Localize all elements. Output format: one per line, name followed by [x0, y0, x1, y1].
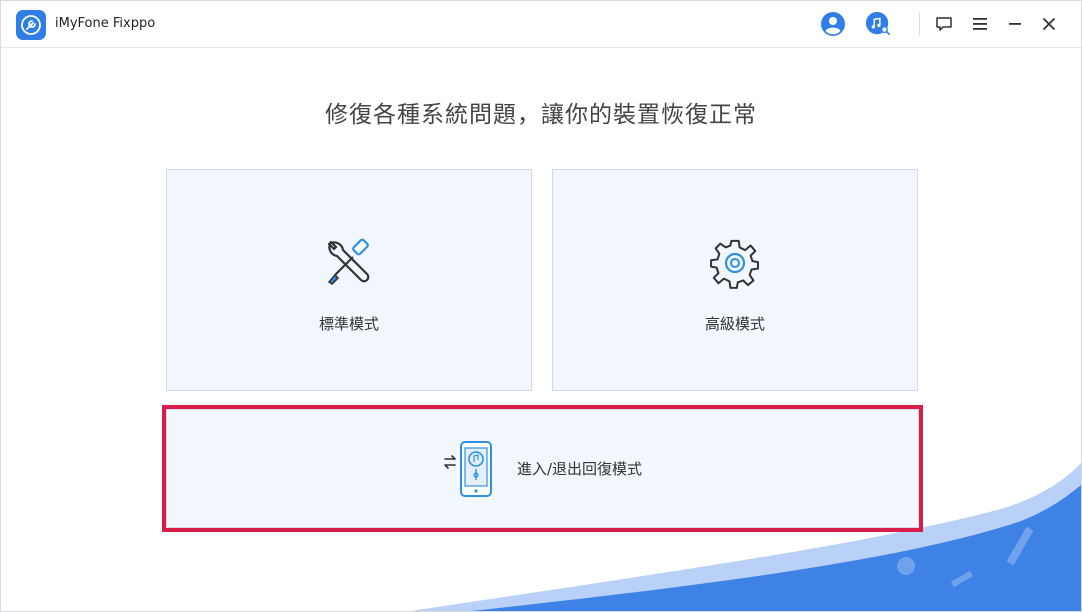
advanced-mode-label: 高級模式 — [704, 315, 765, 333]
title-bar: iMyFone Fixppo — [1, 1, 1081, 48]
page-headline: 修復各種系統問題，讓你的裝置恢復正常 — [325, 102, 757, 128]
standard-mode-card[interactable]: 標準模式 — [166, 169, 532, 391]
app-logo-icon — [16, 10, 46, 40]
user-icon[interactable] — [820, 11, 846, 37]
standard-mode-label: 標準模式 — [318, 315, 379, 333]
recovery-mode-card[interactable]: 進入/退出回復模式 — [162, 405, 923, 532]
toolbar-separator — [919, 13, 920, 35]
gear-icon — [708, 236, 762, 294]
phone-recovery-icon — [443, 439, 495, 499]
feedback-icon[interactable] — [931, 11, 957, 37]
app-title: iMyFone Fixppo — [55, 16, 156, 31]
music-search-icon[interactable] — [865, 11, 891, 37]
minimize-icon[interactable] — [1002, 11, 1028, 37]
close-icon[interactable] — [1036, 11, 1062, 37]
app-window: iMyFone Fixppo 修復各種系統問題，讓你的裝置恢復正常 標準模式 高… — [0, 0, 1082, 612]
recovery-mode-label: 進入/退出回復模式 — [516, 460, 643, 478]
advanced-mode-card[interactable]: 高級模式 — [552, 169, 918, 391]
wrench-screwdriver-icon — [323, 236, 375, 292]
menu-icon[interactable] — [967, 11, 993, 37]
